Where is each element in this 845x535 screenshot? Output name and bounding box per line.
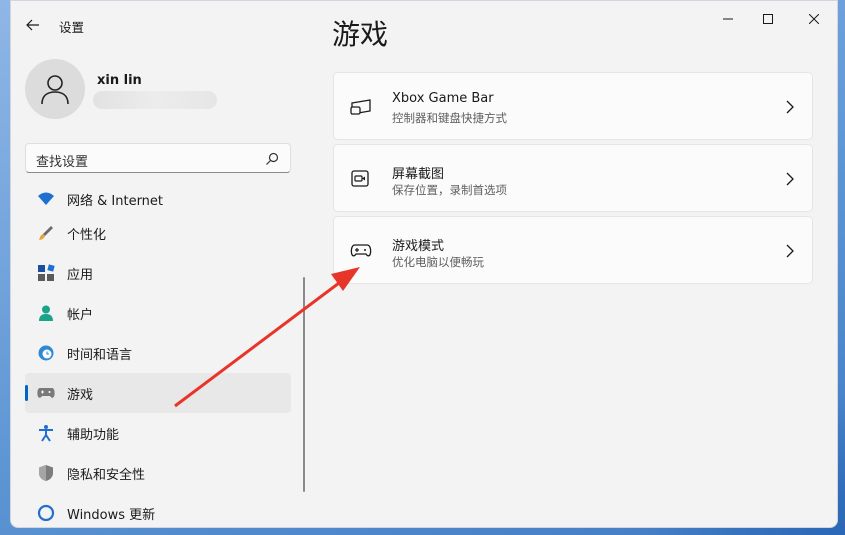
- user-name: xin lin: [97, 73, 142, 88]
- sidebar-item-label: Windows 更新: [67, 507, 156, 522]
- accessibility-icon: [37, 424, 55, 442]
- minimize-icon: [723, 18, 733, 20]
- sidebar-scrollbar[interactable]: [303, 277, 305, 492]
- avatar[interactable]: [25, 59, 85, 119]
- card-subtitle: 优化电脑以便畅玩: [392, 255, 484, 269]
- card-captures[interactable]: 屏幕截图 保存位置，录制首选项: [333, 144, 813, 212]
- chevron-right-icon: [786, 172, 794, 186]
- search-input[interactable]: 查找设置: [25, 143, 291, 173]
- apps-icon: [37, 264, 55, 282]
- card-title: 游戏模式: [392, 239, 445, 254]
- maximize-icon: [763, 14, 773, 24]
- brush-icon: [37, 224, 55, 242]
- selection-indicator: [25, 385, 28, 401]
- sidebar-item-label: 个性化: [67, 227, 107, 243]
- person-icon: [41, 75, 69, 105]
- sidebar-item-apps[interactable]: 应用: [25, 253, 291, 293]
- search-icon: [266, 152, 279, 165]
- sidebar-nav: 网络 & Internet 个性化 应用 帐户 时间和语言 游戏 辅助功能 隐私…: [25, 185, 291, 521]
- user-email-redacted: [93, 91, 217, 109]
- sidebar-item-label: 应用: [67, 267, 94, 283]
- card-title: Xbox Game Bar: [392, 91, 494, 106]
- card-subtitle: 保存位置，录制首选项: [392, 183, 507, 197]
- search-placeholder: 查找设置: [36, 155, 89, 170]
- page-title: 游戏: [332, 18, 389, 51]
- card-xbox-game-bar[interactable]: Xbox Game Bar 控制器和键盘快捷方式: [333, 72, 813, 140]
- app-title: 设置: [59, 20, 85, 35]
- gamepad-icon: [37, 384, 55, 402]
- capture-icon: [351, 170, 369, 187]
- settings-window: 设置 xin lin 查找设置 网络 & Internet 个性化 应用 帐户 …: [10, 0, 838, 528]
- update-icon: [37, 504, 55, 521]
- card-title: 屏幕截图: [392, 167, 445, 182]
- card-subtitle: 控制器和键盘快捷方式: [392, 111, 507, 125]
- sidebar-item-label: 游戏: [67, 387, 94, 403]
- wifi-icon: [37, 190, 55, 208]
- close-button[interactable]: [791, 7, 837, 31]
- chevron-right-icon: [786, 100, 794, 114]
- close-icon: [809, 14, 819, 24]
- chevron-right-icon: [786, 244, 794, 258]
- sidebar-item-label: 隐私和安全性: [67, 467, 146, 483]
- sidebar-item-label: 网络 & Internet: [67, 193, 164, 209]
- sidebar-item-privacy[interactable]: 隐私和安全性: [25, 453, 291, 493]
- sidebar-item-label: 辅助功能: [67, 427, 120, 443]
- game-bar-icon: [350, 99, 371, 115]
- sidebar-item-label: 时间和语言: [67, 347, 133, 363]
- maximize-button[interactable]: [745, 7, 791, 31]
- gamepad-icon: [350, 244, 372, 257]
- sidebar-item-label: 帐户: [67, 307, 94, 323]
- sidebar-item-accessibility[interactable]: 辅助功能: [25, 413, 291, 453]
- sidebar-item-personalization[interactable]: 个性化: [25, 213, 291, 253]
- shield-icon: [37, 464, 55, 482]
- person-icon: [37, 304, 55, 322]
- back-arrow-icon[interactable]: [23, 15, 43, 35]
- sidebar-item-accounts[interactable]: 帐户: [25, 293, 291, 333]
- sidebar-item-network[interactable]: 网络 & Internet: [25, 185, 291, 213]
- sidebar-item-windows-update[interactable]: Windows 更新: [25, 493, 291, 521]
- globe-clock-icon: [37, 344, 55, 362]
- sidebar-item-gaming[interactable]: 游戏: [25, 373, 291, 413]
- card-game-mode[interactable]: 游戏模式 优化电脑以便畅玩: [333, 216, 813, 284]
- sidebar-item-time-language[interactable]: 时间和语言: [25, 333, 291, 373]
